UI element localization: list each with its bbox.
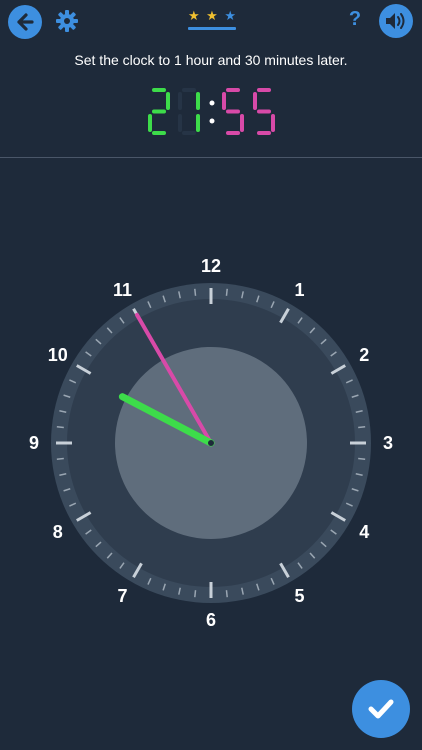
clock-number: 7 xyxy=(117,586,128,607)
clock-number: 5 xyxy=(294,586,305,607)
divider xyxy=(0,157,422,158)
minute-tick xyxy=(194,590,197,598)
minute-tick xyxy=(358,426,366,429)
clock-number: 6 xyxy=(205,610,216,630)
help-button[interactable]: ? xyxy=(344,8,366,34)
minute-tick xyxy=(358,457,366,460)
analog-clock[interactable]: 12 1 2 3 4 5 6 7 8 9 10 11 xyxy=(29,256,393,630)
confirm-button[interactable] xyxy=(352,680,410,738)
clock-number: 2 xyxy=(359,344,370,365)
minute-tick xyxy=(194,288,197,296)
sound-button[interactable] xyxy=(379,4,413,38)
checkmark-icon xyxy=(368,699,394,719)
clock-number: 1 xyxy=(294,279,305,300)
minute-tick xyxy=(56,426,64,429)
time-separator xyxy=(209,100,215,124)
hours-digit-1 xyxy=(196,92,200,132)
clock-number: 8 xyxy=(52,521,63,542)
clock-number: 11 xyxy=(112,279,133,300)
top-bar: ★ ★ ★ ? xyxy=(0,0,422,44)
minutes-digit-5b xyxy=(253,88,275,135)
settings-button[interactable] xyxy=(55,9,79,33)
clock-number: 10 xyxy=(47,344,68,365)
gear-icon xyxy=(56,10,78,32)
stars-underline xyxy=(188,27,236,30)
clock-number: 9 xyxy=(28,433,39,453)
digital-clock: 21 : 55 xyxy=(140,84,285,140)
arrow-left-icon xyxy=(17,13,34,31)
clock-number: 3 xyxy=(382,433,393,453)
minutes-digit-5a xyxy=(222,88,244,135)
hand-pivot xyxy=(208,440,214,446)
back-button[interactable] xyxy=(8,5,42,39)
minute-tick xyxy=(225,590,228,598)
clock-number: 4 xyxy=(359,521,370,542)
minute-tick xyxy=(225,288,228,296)
speaker-icon xyxy=(386,13,405,29)
clock-number: 12 xyxy=(200,256,222,276)
task-instruction: Set the clock to 1 hour and 30 minutes l… xyxy=(74,52,348,68)
minute-tick xyxy=(56,457,64,460)
hours-digit-2 xyxy=(148,88,170,135)
